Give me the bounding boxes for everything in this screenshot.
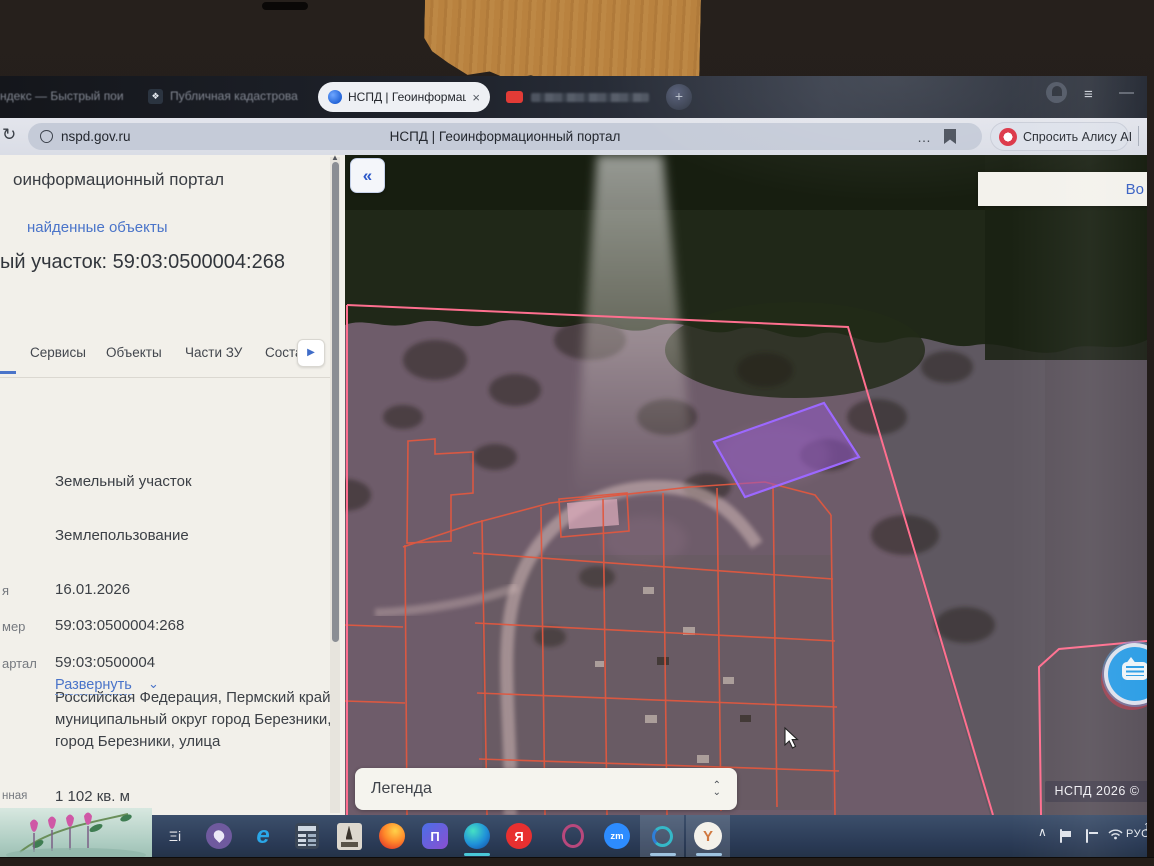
tab-nspd-active[interactable]: НСПД | Геоинформаци × bbox=[318, 82, 490, 112]
tab-sostav[interactable]: Соста bbox=[265, 345, 297, 360]
field-quarter-label: артал bbox=[2, 656, 37, 671]
purple-drop-app-icon[interactable] bbox=[204, 822, 234, 850]
sidebar-scrollbar-thumb[interactable] bbox=[332, 162, 339, 642]
yandex-browser-icon[interactable]: Я bbox=[504, 822, 534, 850]
toolbar-separator bbox=[1138, 126, 1139, 146]
laptop-chassis-edge bbox=[0, 857, 1154, 866]
expand-chevron-icon[interactable]: ⌄ bbox=[148, 676, 159, 692]
field-area-label: нная bbox=[2, 790, 27, 802]
field-object-type: Земельный участок bbox=[55, 473, 192, 490]
login-bar[interactable]: Во bbox=[978, 172, 1147, 206]
start-tasks-icon[interactable]: Ξi bbox=[160, 822, 190, 850]
site-security-icon[interactable] bbox=[40, 130, 53, 143]
field-cadnum-value: 59:03:0500004:268 bbox=[55, 617, 184, 634]
laptop-screen: ндекс — Быстрый пои ❖ Публичная кадастро… bbox=[0, 76, 1147, 857]
field-quarter-value: 59:03:0500004 bbox=[55, 654, 155, 671]
tab-parts-zu[interactable]: Части ЗУ bbox=[185, 345, 242, 360]
wifi-icon[interactable] bbox=[1108, 828, 1123, 843]
scroll-up-arrow-icon[interactable]: ▲ bbox=[331, 155, 339, 162]
tab-nspd-label: НСПД | Геоинформаци bbox=[348, 90, 466, 104]
edge-browser-icon[interactable] bbox=[462, 822, 492, 850]
legend-toggle-icon[interactable]: ⌃⌄ bbox=[713, 782, 721, 796]
field-date-label: я bbox=[2, 583, 9, 598]
tabs-divider bbox=[0, 377, 330, 378]
tab-yandex-search[interactable]: ндекс — Быстрый пои bbox=[0, 89, 124, 103]
desktop-wallpaper-corner bbox=[0, 808, 152, 857]
portal-heading-fragment: оинформационный портал bbox=[13, 170, 224, 190]
login-label-fragment: Во bbox=[1126, 181, 1144, 198]
edge-active-indicator bbox=[464, 853, 490, 856]
field-area-value: 1 102 кв. м bbox=[55, 788, 130, 805]
bookmark-icon[interactable] bbox=[944, 129, 956, 144]
teal-ring-active-indicator bbox=[650, 853, 676, 856]
tab-services[interactable]: Сервисы bbox=[30, 345, 86, 360]
ask-alice-label: Спросить Алису AI bbox=[1023, 130, 1132, 144]
url-text[interactable]: nspd.gov.ru bbox=[61, 129, 131, 144]
alice-active-indicator bbox=[696, 853, 722, 856]
tabs-scroll-right-button[interactable]: ▶ bbox=[297, 339, 325, 367]
tab-objects[interactable]: Объекты bbox=[106, 345, 162, 360]
map-viewport[interactable]: « Во Легенда ⌃⌄ НСПД 2026 © bbox=[345, 155, 1147, 815]
browser-profile-avatar[interactable] bbox=[1046, 82, 1067, 103]
address-bar[interactable]: nspd.gov.ru НСПД | Геоинформационный пор… bbox=[28, 123, 982, 150]
reload-icon[interactable]: ↻ bbox=[2, 125, 16, 145]
opera-browser-icon[interactable] bbox=[558, 822, 588, 850]
touch-keyboard-icon[interactable] bbox=[1086, 830, 1088, 842]
legend-title: Легенда bbox=[371, 780, 713, 798]
satellite-map-canvas bbox=[345, 155, 1147, 815]
yandex-alice-app-icon[interactable]: Y bbox=[693, 822, 723, 850]
teal-ring-app-icon[interactable] bbox=[647, 822, 677, 850]
calculator-app-icon[interactable] bbox=[292, 822, 322, 850]
sidebar-collapse-button[interactable]: « bbox=[350, 158, 385, 193]
zoom-app-icon[interactable]: zm bbox=[602, 822, 632, 850]
tab-public-cadastral[interactable]: Публичная кадастрова bbox=[170, 89, 298, 103]
field-address-value: Российская Федерация, Пермский край, мун… bbox=[55, 687, 339, 753]
alice-logo-icon bbox=[999, 128, 1017, 146]
windows-taskbar: Ξi e bbox=[0, 815, 1147, 857]
firefox-icon[interactable] bbox=[377, 822, 407, 850]
monument-app-icon[interactable] bbox=[334, 822, 364, 850]
field-cadnum-label: мер bbox=[2, 619, 25, 634]
tab-blurred-label[interactable] bbox=[531, 93, 649, 102]
browser-menu-icon[interactable]: ≡ bbox=[1084, 86, 1093, 103]
address-bar-row: ↻ nspd.gov.ru НСПД | Геоинформационный п… bbox=[0, 118, 1147, 155]
internet-explorer-icon[interactable]: e bbox=[248, 822, 278, 850]
tray-expand-chevron-icon[interactable]: ∧ bbox=[1038, 825, 1047, 839]
new-tab-button[interactable]: + bbox=[666, 84, 692, 110]
field-land-use: Землепользование bbox=[55, 527, 189, 544]
chat-bubble-lines bbox=[1126, 666, 1144, 676]
parcel-title: ый участок: 59:03:0500004:268 bbox=[0, 251, 285, 274]
nspd-watermark: НСПД 2026 © bbox=[1045, 781, 1147, 802]
battery-icon[interactable] bbox=[1060, 830, 1062, 842]
active-tab-underline bbox=[0, 371, 16, 374]
red-app-favicon bbox=[506, 91, 523, 103]
found-objects-link[interactable]: найденные объекты bbox=[27, 219, 168, 236]
pkk-favicon: ❖ bbox=[148, 89, 163, 104]
nspd-favicon bbox=[328, 90, 342, 104]
browser-tab-strip: ндекс — Быстрый пои ❖ Публичная кадастро… bbox=[0, 76, 1147, 118]
clock-fragment[interactable]: 14 bbox=[1144, 821, 1147, 833]
ask-alice-button[interactable]: Спросить Алису AI bbox=[990, 122, 1129, 151]
info-sidebar: оинформационный портал найденные объекты… bbox=[0, 155, 345, 815]
laptop-webcam-slot bbox=[262, 2, 308, 10]
photo-of-laptop: ндекс — Быстрый пои ❖ Публичная кадастро… bbox=[0, 0, 1154, 866]
expand-link[interactable]: Развернуть bbox=[55, 677, 132, 695]
window-minimize-button[interactable]: — bbox=[1119, 84, 1134, 101]
legend-panel[interactable]: Легенда ⌃⌄ bbox=[355, 768, 737, 810]
field-date-value: 16.01.2026 bbox=[55, 581, 130, 598]
more-options-icon[interactable]: … bbox=[917, 129, 932, 145]
p-app-icon[interactable]: П bbox=[420, 822, 450, 850]
page-title-text: НСПД | Геоинформационный портал bbox=[28, 129, 982, 144]
tab-close-icon[interactable]: × bbox=[472, 90, 480, 105]
